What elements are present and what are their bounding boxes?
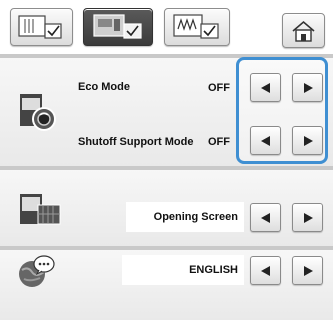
eco-mode-value: OFF — [208, 82, 230, 94]
embroidery-settings-icon — [93, 14, 142, 39]
home-icon — [292, 20, 315, 42]
shutoff-support-left-button[interactable] — [250, 126, 281, 155]
language-value: ENGLISH — [122, 255, 244, 285]
right-arrow-icon — [304, 136, 313, 146]
shutoff-support-mode-label: Shutoff Support Mode — [78, 136, 194, 148]
opening-screen-right-button[interactable] — [292, 203, 323, 232]
left-arrow-icon — [261, 266, 270, 276]
tab-general-settings[interactable] — [10, 8, 73, 46]
language-left-button[interactable] — [250, 256, 281, 285]
home-button[interactable] — [282, 13, 325, 48]
shutoff-support-right-button[interactable] — [292, 126, 323, 155]
tab-embroidery-settings[interactable] — [83, 8, 153, 46]
eco-mode-label: Eco Mode — [78, 81, 130, 93]
eco-mode-icon — [20, 94, 56, 131]
right-arrow-icon — [304, 266, 313, 276]
right-arrow-icon — [304, 83, 313, 93]
left-arrow-icon — [261, 213, 270, 223]
sewing-settings-icon — [18, 15, 62, 39]
language-right-button[interactable] — [292, 256, 323, 285]
eco-mode-left-button[interactable] — [250, 73, 281, 102]
display-settings-icon — [173, 14, 219, 39]
right-arrow-icon — [304, 213, 313, 223]
shutoff-support-mode-value: OFF — [208, 136, 230, 148]
eco-mode-right-button[interactable] — [292, 73, 323, 102]
opening-screen-value: Opening Screen — [126, 202, 244, 232]
globe-language-icon — [19, 255, 55, 287]
tab-display-settings[interactable] — [164, 8, 230, 46]
opening-screen-icon — [20, 194, 61, 225]
opening-screen-left-button[interactable] — [250, 203, 281, 232]
left-arrow-icon — [261, 136, 270, 146]
left-arrow-icon — [261, 83, 270, 93]
